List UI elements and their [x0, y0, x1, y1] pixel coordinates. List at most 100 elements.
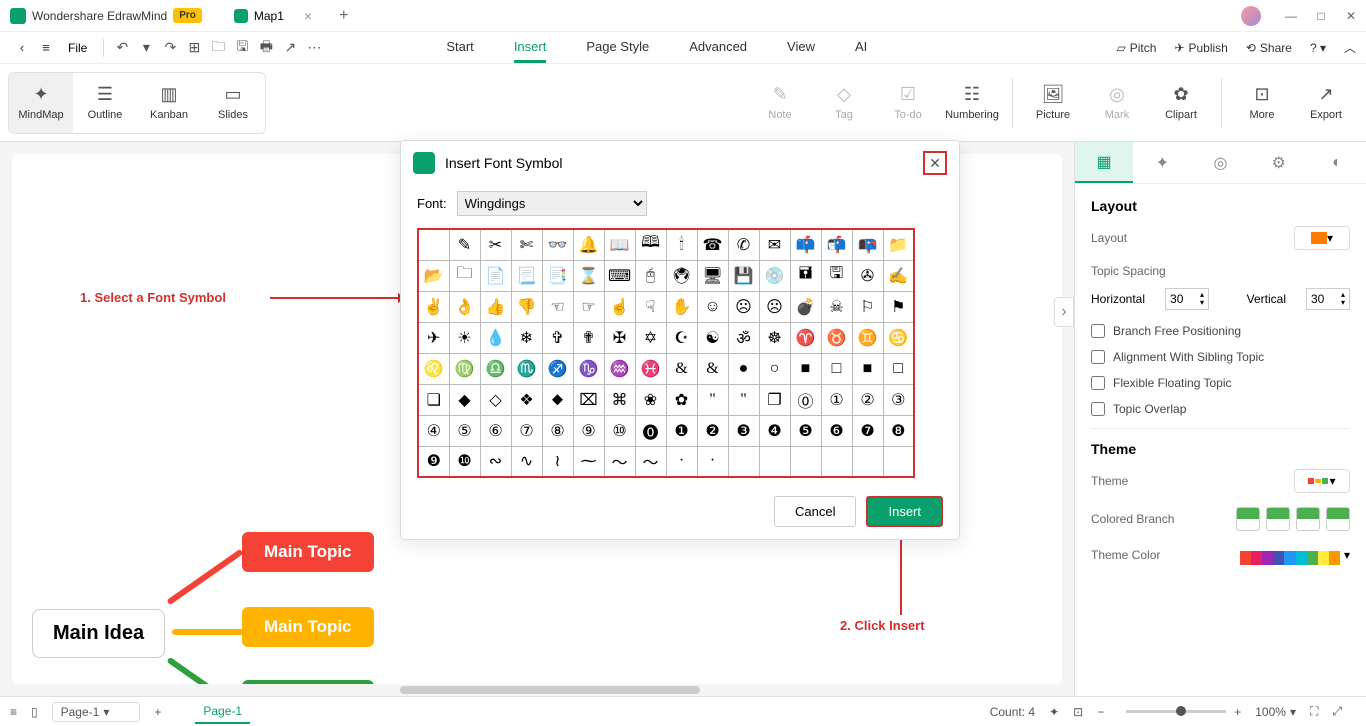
symbol-cell[interactable]: 🖫	[821, 260, 852, 291]
zoom-slider[interactable]	[1126, 710, 1226, 713]
symbol-cell[interactable]: ❶	[666, 415, 697, 446]
symbol-cell[interactable]: 👍	[480, 291, 511, 322]
symbol-cell[interactable]: ⑨	[573, 415, 604, 446]
symbol-cell[interactable]: ⚑	[883, 291, 914, 322]
tab-view[interactable]: View	[787, 33, 815, 63]
symbol-cell[interactable]	[852, 446, 883, 477]
symbol-cell[interactable]: ✠	[604, 322, 635, 353]
layout-select[interactable]: ▾	[1294, 226, 1350, 250]
symbol-cell[interactable]: ⑤	[449, 415, 480, 446]
symbol-cell[interactable]: ◆	[449, 384, 480, 415]
user-avatar[interactable]	[1241, 6, 1261, 26]
symbol-cell[interactable]: "	[728, 384, 759, 415]
redo-button[interactable]: ↷	[158, 39, 182, 56]
symbol-cell[interactable]: 📭	[852, 229, 883, 260]
theme-select[interactable]: ▾	[1294, 469, 1350, 493]
new-icon[interactable]: ⊞	[182, 39, 206, 56]
symbol-cell[interactable]: 💣	[790, 291, 821, 322]
symbol-cell[interactable]: ❏	[418, 384, 449, 415]
symbol-cell[interactable]: ♊	[852, 322, 883, 353]
zoom-out[interactable]: −	[1097, 705, 1104, 719]
symbol-cell[interactable]: ♍	[449, 353, 480, 384]
cb-overlap[interactable]	[1091, 402, 1105, 416]
symbol-cell[interactable]: ⬥	[542, 384, 573, 415]
more-button[interactable]: ⊡More	[1230, 73, 1294, 133]
symbol-cell[interactable]: ☝	[604, 291, 635, 322]
symbol-cell[interactable]: &	[666, 353, 697, 384]
hamburger-menu[interactable]: ≡	[34, 40, 58, 55]
symbol-cell[interactable]: ✈	[418, 322, 449, 353]
maximize-button[interactable]: □	[1306, 9, 1336, 23]
symbol-cell[interactable]: ❖	[511, 384, 542, 415]
symbol-cell[interactable]: ✌	[418, 291, 449, 322]
symbol-cell[interactable]: 📄	[480, 260, 511, 291]
publish-button[interactable]: ✈ Publish	[1174, 41, 1227, 55]
symbol-cell[interactable]: ②	[852, 384, 883, 415]
note-button[interactable]: ✎Note	[748, 73, 812, 133]
symbol-cell[interactable]: ☹	[728, 291, 759, 322]
symbol-cell[interactable]: ○	[759, 353, 790, 384]
symbol-cell[interactable]: ❐	[759, 384, 790, 415]
symbol-cell[interactable]: 👎	[511, 291, 542, 322]
symbol-cell[interactable]	[759, 446, 790, 477]
print-icon[interactable]: 🖶	[254, 36, 278, 60]
symbol-cell[interactable]: ⁓	[573, 446, 604, 477]
symbol-cell[interactable]: ☞	[573, 291, 604, 322]
symbol-cell[interactable]: ■	[790, 353, 821, 384]
symbol-cell[interactable]: 🖲	[666, 260, 697, 291]
symbol-cell[interactable]: ≀	[542, 446, 573, 477]
font-select[interactable]: Wingdings	[457, 191, 647, 216]
symbol-cell[interactable]: ❼	[852, 415, 883, 446]
symbol-cell[interactable]: ♑	[573, 353, 604, 384]
cb-branch-free[interactable]	[1091, 324, 1105, 338]
symbol-cell[interactable]: ⑦	[511, 415, 542, 446]
symbol-cell[interactable]: 💿	[759, 260, 790, 291]
add-page-button[interactable]: +	[154, 705, 161, 719]
symbol-cell[interactable]: ■	[852, 353, 883, 384]
symbol-cell[interactable]: 👌	[449, 291, 480, 322]
help-button[interactable]: ? ▾	[1310, 41, 1326, 55]
symbol-cell[interactable]	[883, 446, 914, 477]
kanban-button[interactable]: ▥Kanban	[137, 73, 201, 133]
tab-insert[interactable]: Insert	[514, 33, 547, 63]
symbol-cell[interactable]: 〜	[604, 446, 635, 477]
symbol-cell[interactable]: ☪	[666, 322, 697, 353]
vertical-spinner[interactable]: 30▴▾	[1306, 288, 1350, 310]
export-icon[interactable]: ↗	[278, 39, 302, 56]
symbol-cell[interactable]: ❹	[759, 415, 790, 446]
close-window-button[interactable]: ✕	[1336, 9, 1366, 23]
open-icon[interactable]: 🗀	[206, 36, 230, 60]
symbol-cell[interactable]: ✋	[666, 291, 697, 322]
symbol-cell[interactable]: ⌨	[604, 260, 635, 291]
share-button[interactable]: ⟲ Share	[1246, 41, 1292, 55]
topic-1[interactable]: Main Topic	[242, 532, 374, 572]
symbol-cell[interactable]: ✂	[480, 229, 511, 260]
branch-style-4[interactable]	[1326, 507, 1350, 531]
side-tab-mark[interactable]: ◎	[1191, 142, 1249, 183]
symbol-cell[interactable]: ✍	[883, 260, 914, 291]
symbol-cell[interactable]	[728, 446, 759, 477]
zoom-in[interactable]: +	[1234, 705, 1241, 719]
symbol-cell[interactable]: ♉	[821, 322, 852, 353]
symbol-cell[interactable]: □	[821, 353, 852, 384]
tab-page-style[interactable]: Page Style	[586, 33, 649, 63]
symbol-cell[interactable]: 👓	[542, 229, 573, 260]
symbol-cell[interactable]	[821, 446, 852, 477]
symbol-cell[interactable]: ✆	[728, 229, 759, 260]
symbol-cell[interactable]: ∾	[480, 446, 511, 477]
ai-icon[interactable]: ✦	[1049, 705, 1059, 719]
symbol-cell[interactable]: 🖬	[790, 260, 821, 291]
symbol-cell[interactable]	[790, 446, 821, 477]
symbol-cell[interactable]: ✉	[759, 229, 790, 260]
symbol-cell[interactable]: 🖰	[635, 260, 666, 291]
color-strip[interactable]	[1240, 551, 1340, 565]
symbol-cell[interactable]: ♐	[542, 353, 573, 384]
symbol-cell[interactable]: ①	[821, 384, 852, 415]
symbol-cell[interactable]: 🕮	[635, 229, 666, 260]
symbol-cell[interactable]: ☀	[449, 322, 480, 353]
symbol-cell[interactable]: ☸	[759, 322, 790, 353]
symbol-cell[interactable]: ♋	[883, 322, 914, 353]
symbol-cell[interactable]: ❻	[821, 415, 852, 446]
symbol-cell[interactable]: ❸	[728, 415, 759, 446]
outline-button[interactable]: ☰Outline	[73, 73, 137, 133]
